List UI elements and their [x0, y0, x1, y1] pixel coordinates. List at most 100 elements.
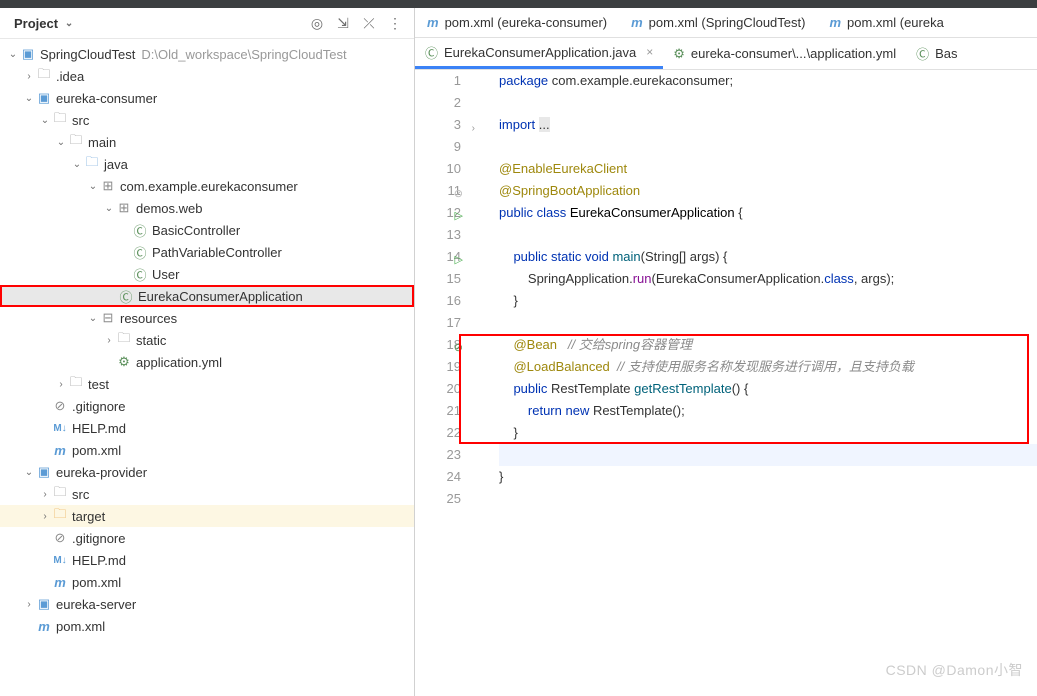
code-line[interactable]: [499, 488, 1037, 510]
chevron-down-icon: ⌄: [38, 115, 52, 126]
tree-test[interactable]: › 🗀 test: [0, 373, 414, 395]
tree-basic[interactable]: Ⓒ BasicController: [0, 219, 414, 241]
editor-area: m pom.xml (eureka-consumer) m pom.xml (S…: [415, 0, 1037, 696]
tree-java[interactable]: ⌄ 🗀 java: [0, 153, 414, 175]
tree-label: test: [88, 377, 109, 392]
expand-all-icon[interactable]: ⇲: [334, 14, 352, 32]
chevron-down-icon: ⌄: [54, 137, 68, 148]
tree-eureka-server[interactable]: › ▣ eureka-server: [0, 593, 414, 615]
gutter-line: 2: [415, 92, 461, 114]
tree-src[interactable]: ⌄ 🗀 src: [0, 109, 414, 131]
close-icon[interactable]: ×: [646, 45, 653, 59]
chevron-down-icon: ⌄: [62, 18, 76, 29]
gutter-line: 13: [415, 224, 461, 246]
gutter-line: 21: [415, 400, 461, 422]
tree-help[interactable]: M↓ HELP.md: [0, 417, 414, 439]
code-line[interactable]: [499, 136, 1037, 158]
tree-main[interactable]: ⌄ 🗀 main: [0, 131, 414, 153]
tree-pathvar[interactable]: Ⓒ PathVariableController: [0, 241, 414, 263]
tab-pom-consumer[interactable]: m pom.xml (eureka-consumer): [415, 8, 619, 37]
code-line[interactable]: public class EurekaConsumerApplication {: [499, 202, 1037, 224]
code-line[interactable]: @LoadBalanced // 支持使用服务名称发现服务进行调用，且支持负载: [499, 356, 1037, 378]
tree-path: D:\Old_workspace\SpringCloudTest: [141, 47, 346, 62]
tree-resources[interactable]: ⌄ ⊟ resources: [0, 307, 414, 329]
code-line[interactable]: }: [499, 466, 1037, 488]
fold-icon[interactable]: ›: [472, 118, 475, 140]
code-line[interactable]: @SpringBootApplication: [499, 180, 1037, 202]
tree-user[interactable]: Ⓒ User: [0, 263, 414, 285]
tree-label: com.example.eurekaconsumer: [120, 179, 298, 194]
code-line[interactable]: public RestTemplate getRestTemplate() {: [499, 378, 1037, 400]
tree-static[interactable]: › 🗀 static: [0, 329, 414, 351]
code-editor[interactable]: 123›91011⊘12▷1314▷15161718⊘1920212223242…: [415, 70, 1037, 696]
chevron-right-icon: ›: [22, 71, 36, 82]
tree-gitignore-p[interactable]: ⊘ .gitignore: [0, 527, 414, 549]
subtab-app-java[interactable]: Ⓒ EurekaConsumerApplication.java ×: [415, 38, 663, 69]
tree-label: pom.xml: [56, 619, 105, 634]
sidebar-title[interactable]: Project ⌄: [14, 16, 76, 31]
tree-gitignore[interactable]: ⊘ .gitignore: [0, 395, 414, 417]
code-body[interactable]: package com.example.eurekaconsumer; impor…: [479, 70, 1037, 696]
tree-app-selected[interactable]: Ⓒ EurekaConsumerApplication: [0, 285, 414, 307]
tree-label: eureka-consumer: [56, 91, 157, 106]
tree-src-p[interactable]: › 🗀 src: [0, 483, 414, 505]
class-icon: Ⓒ: [132, 265, 148, 284]
tree-label: demos.web: [136, 201, 202, 216]
gutter-line: 20: [415, 378, 461, 400]
tree-label: HELP.md: [72, 421, 126, 436]
tree-label: src: [72, 113, 89, 128]
gitignore-icon: ⊘: [52, 398, 68, 414]
gutter-line: 10: [415, 158, 461, 180]
code-line[interactable]: @Bean // 交给spring容器管理: [499, 334, 1037, 356]
tree-label: .idea: [56, 69, 84, 84]
code-line[interactable]: public static void main(String[] args) {: [499, 246, 1037, 268]
gutter-line: 16: [415, 290, 461, 312]
more-icon[interactable]: ⋮: [386, 14, 404, 32]
tree-root[interactable]: ⌄ ▣ SpringCloudTest D:\Old_workspace\Spr…: [0, 43, 414, 65]
tree-eureka-provider[interactable]: ⌄ ▣ eureka-provider: [0, 461, 414, 483]
chevron-down-icon: ⌄: [22, 467, 36, 478]
gitignore-icon: ⊘: [52, 530, 68, 546]
tab-pom-trunc[interactable]: m pom.xml (eureka: [817, 8, 955, 37]
tree-label: src: [72, 487, 89, 502]
select-file-icon[interactable]: ◎: [308, 14, 326, 32]
tree-idea[interactable]: › 🗀 .idea: [0, 65, 414, 87]
code-line[interactable]: [499, 92, 1037, 114]
collapse-all-icon[interactable]: ⤫: [360, 14, 378, 32]
code-line[interactable]: }: [499, 422, 1037, 444]
code-line[interactable]: SpringApplication.run(EurekaConsumerAppl…: [499, 268, 1037, 290]
tree-target[interactable]: › 🗀 target: [0, 505, 414, 527]
tab-pom-root[interactable]: m pom.xml (SpringCloudTest): [619, 8, 817, 37]
chevron-down-icon: ⌄: [22, 93, 36, 104]
code-line[interactable]: [499, 312, 1037, 334]
code-line[interactable]: }: [499, 290, 1037, 312]
maven-icon: m: [427, 15, 439, 30]
tree-pom[interactable]: m pom.xml: [0, 439, 414, 461]
tree-package[interactable]: ⌄ ⊞ com.example.eurekaconsumer: [0, 175, 414, 197]
code-line[interactable]: [499, 224, 1037, 246]
yml-icon: ⚙: [673, 46, 685, 62]
tree-appyml[interactable]: ⚙ application.yml: [0, 351, 414, 373]
subtab-yml[interactable]: ⚙ eureka-consumer\...\application.yml: [663, 38, 906, 69]
gutter-line: 14▷: [415, 246, 461, 268]
chevron-down-icon: ⌄: [86, 313, 100, 324]
tree-help-p[interactable]: M↓ HELP.md: [0, 549, 414, 571]
tree-eureka-consumer[interactable]: ⌄ ▣ eureka-consumer: [0, 87, 414, 109]
chevron-right-icon: ›: [22, 599, 36, 610]
tree-demos[interactable]: ⌄ ⊞ demos.web: [0, 197, 414, 219]
subtab-bas[interactable]: Ⓒ Bas: [906, 38, 967, 69]
code-line[interactable]: [499, 444, 1037, 466]
code-line[interactable]: package com.example.eurekaconsumer;: [499, 70, 1037, 92]
folder-icon: 🗀: [52, 109, 68, 131]
tree-pom-root[interactable]: m pom.xml: [0, 615, 414, 637]
code-line[interactable]: import ...: [499, 114, 1037, 136]
class-icon: Ⓒ: [132, 243, 148, 262]
code-line[interactable]: @EnableEurekaClient: [499, 158, 1037, 180]
project-tree[interactable]: ⌄ ▣ SpringCloudTest D:\Old_workspace\Spr…: [0, 39, 414, 696]
tree-pom-p[interactable]: m pom.xml: [0, 571, 414, 593]
code-line[interactable]: return new RestTemplate();: [499, 400, 1037, 422]
chevron-right-icon: ›: [38, 511, 52, 522]
tab-label: Bas: [935, 46, 957, 61]
sidebar-header: Project ⌄ ◎ ⇲ ⤫ ⋮: [0, 8, 414, 39]
titlebar-strip: [0, 0, 1037, 8]
